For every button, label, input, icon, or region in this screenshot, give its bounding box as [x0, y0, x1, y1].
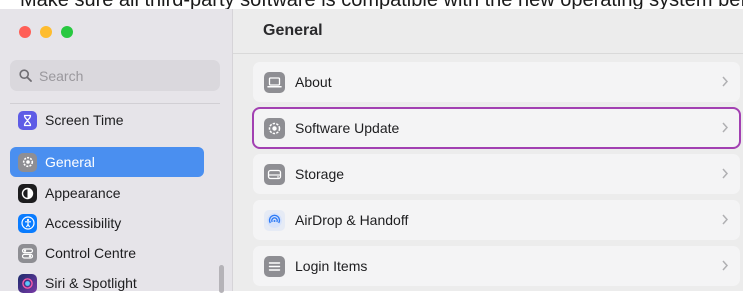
settings-row-airdrop-handoff[interactable]: AirDrop & Handoff	[253, 200, 740, 240]
chevron-right-icon	[722, 214, 729, 225]
search-icon	[19, 69, 32, 82]
storage-icon	[264, 163, 285, 185]
software-update-icon	[264, 117, 285, 139]
row-label: Login Items	[295, 258, 368, 274]
system-settings-window: Search Screen Time General Appearance Ac…	[0, 9, 743, 293]
cropped-caption-text: Make sure all third-party software is co…	[0, 0, 743, 9]
header-divider	[233, 53, 743, 54]
hourglass-icon	[18, 110, 37, 130]
gear-icon	[18, 152, 37, 172]
zoom-button[interactable]	[61, 26, 73, 38]
row-label: Software Update	[295, 120, 400, 136]
appearance-icon	[18, 183, 37, 203]
settings-row-about[interactable]: About	[253, 62, 740, 102]
sidebar-item-screen-time[interactable]: Screen Time	[10, 105, 204, 135]
settings-row-storage[interactable]: Storage	[253, 154, 740, 194]
sidebar-item-label: General	[45, 154, 95, 170]
chevron-right-icon	[722, 76, 729, 87]
airdrop-icon	[264, 209, 285, 231]
row-label: AirDrop & Handoff	[295, 212, 409, 228]
settings-row-software-update[interactable]: Software Update	[252, 107, 741, 149]
chevron-right-icon	[722, 260, 729, 271]
minimize-button[interactable]	[40, 26, 52, 38]
sidebar-item-general[interactable]: General	[10, 147, 204, 177]
sidebar-item-siri-spotlight[interactable]: Siri & Spotlight	[10, 268, 204, 298]
page-title: General	[263, 22, 323, 39]
sidebar-item-label: Siri & Spotlight	[45, 275, 137, 291]
sidebar-item-appearance[interactable]: Appearance	[10, 178, 204, 208]
sidebar-item-accessibility[interactable]: Accessibility	[10, 208, 204, 238]
sidebar-item-label: Appearance	[45, 185, 121, 201]
search-placeholder: Search	[39, 67, 84, 84]
control-centre-icon	[18, 243, 37, 263]
chevron-right-icon	[722, 122, 729, 133]
list-icon	[264, 255, 285, 277]
siri-icon	[18, 273, 37, 293]
sidebar: Search Screen Time General Appearance Ac…	[0, 9, 233, 293]
chevron-right-icon	[722, 168, 729, 179]
sidebar-scrollbar[interactable]	[219, 265, 224, 293]
sidebar-item-label: Control Centre	[45, 245, 137, 261]
settings-row-login-items[interactable]: Login Items	[253, 246, 740, 286]
sidebar-item-control-centre[interactable]: Control Centre	[10, 238, 204, 268]
sidebar-item-label: Screen Time	[45, 112, 124, 128]
main-panel: General About Software Update Storage Ai…	[233, 9, 743, 291]
row-label: About	[295, 74, 332, 90]
close-button[interactable]	[19, 26, 31, 38]
sidebar-divider	[10, 103, 220, 104]
traffic-lights	[19, 26, 73, 38]
search-input[interactable]: Search	[10, 60, 220, 91]
accessibility-icon	[18, 213, 37, 233]
row-label: Storage	[295, 166, 345, 182]
laptop-icon	[264, 71, 285, 93]
sidebar-item-label: Accessibility	[45, 215, 122, 231]
